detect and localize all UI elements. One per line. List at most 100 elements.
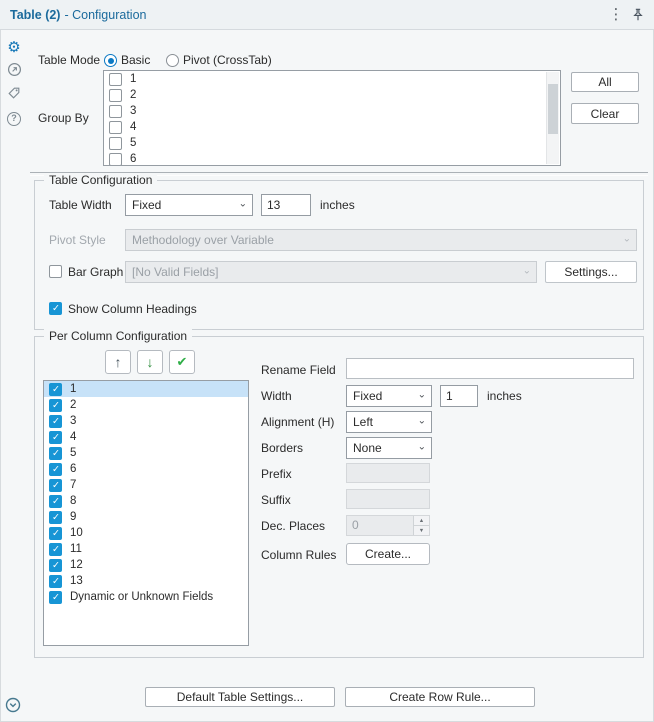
chevron-down-icon: ⌄ — [238, 198, 247, 210]
group-by-item-row[interactable]: 6 — [104, 151, 560, 165]
rename-field-input[interactable] — [346, 358, 634, 379]
pin-icon[interactable] — [631, 8, 645, 22]
field-item-checkbox[interactable] — [49, 494, 62, 508]
default-table-settings-button[interactable]: Default Table Settings... — [145, 687, 335, 707]
group-by-item-label: 5 — [130, 137, 137, 149]
move-up-button[interactable]: ↑ — [105, 350, 131, 374]
bar-graph-field-value: [No Valid Fields] — [132, 265, 219, 279]
column-width-mode-select[interactable]: Fixed ⌄ — [346, 385, 432, 407]
collapse-panel-icon[interactable] — [0, 697, 27, 716]
create-row-rule-button[interactable]: Create Row Rule... — [345, 687, 535, 707]
select-all-button[interactable]: ✔ — [169, 350, 195, 374]
field-item-checkbox[interactable] — [49, 398, 62, 412]
group-by-item-checkbox[interactable] — [109, 72, 122, 86]
group-by-label: Group By — [38, 111, 89, 125]
suffix-input — [346, 489, 430, 509]
show-column-headings-checkbox[interactable] — [49, 302, 62, 315]
group-by-item-checkbox[interactable] — [109, 104, 122, 118]
group-by-item-checkbox[interactable] — [109, 88, 122, 102]
group-by-item-checkbox[interactable] — [109, 152, 122, 165]
field-item-checkbox[interactable] — [49, 510, 62, 524]
group-by-list[interactable]: 1 2 3 4 5 6 — [103, 70, 561, 166]
field-item-label: 5 — [70, 447, 77, 459]
field-list[interactable]: 12345678910111213Dynamic or Unknown Fiel… — [43, 380, 249, 646]
field-item-row[interactable]: 12 — [44, 557, 248, 573]
field-item-checkbox[interactable] — [49, 430, 62, 444]
column-rules-create-button[interactable]: Create... — [346, 543, 430, 565]
radio-basic[interactable] — [104, 54, 117, 67]
navigate-icon[interactable] — [0, 62, 28, 80]
all-button[interactable]: All — [571, 72, 639, 92]
field-item-row[interactable]: 9 — [44, 509, 248, 525]
pivot-style-label: Pivot Style — [49, 233, 106, 247]
alignment-select[interactable]: Left ⌄ — [346, 411, 432, 433]
dec-places-spinner: 0 ▲ ▼ — [346, 515, 430, 536]
field-item-checkbox[interactable] — [49, 478, 62, 492]
per-column-configuration-title: Per Column Configuration — [44, 329, 193, 343]
field-item-label: 11 — [70, 543, 82, 555]
check-icon: ✔ — [176, 354, 188, 369]
column-width-unit-label: inches — [487, 389, 522, 403]
field-item-checkbox[interactable] — [49, 542, 62, 556]
group-by-item-checkbox[interactable] — [109, 120, 122, 134]
move-down-button[interactable]: ↓ — [137, 350, 163, 374]
field-item-row[interactable]: 7 — [44, 477, 248, 493]
alignment-value: Left — [353, 415, 374, 429]
field-item-row[interactable]: 5 — [44, 445, 248, 461]
radio-pivot-crosstab[interactable] — [166, 54, 179, 67]
table-width-mode-select[interactable]: Fixed ⌄ — [125, 194, 253, 216]
group-by-item-row[interactable]: 1 — [104, 71, 560, 87]
group-by-scrollbar[interactable] — [546, 72, 559, 164]
field-item-row[interactable]: 13 — [44, 573, 248, 589]
pivot-style-select: Methodology over Variable ⌄ — [125, 229, 637, 251]
field-item-row[interactable]: 10 — [44, 525, 248, 541]
field-item-row[interactable]: 1 — [44, 381, 248, 397]
field-item-checkbox[interactable] — [49, 382, 62, 396]
borders-value: None — [353, 441, 382, 455]
field-item-checkbox[interactable] — [49, 590, 62, 604]
field-item-checkbox[interactable] — [49, 462, 62, 476]
group-by-item-label: 6 — [130, 153, 137, 165]
help-icon[interactable]: ? — [0, 110, 28, 126]
tag-icon[interactable] — [0, 86, 28, 103]
field-item-checkbox[interactable] — [49, 414, 62, 428]
kebab-menu-icon[interactable]: ⋮ — [606, 4, 626, 26]
field-item-row[interactable]: 2 — [44, 397, 248, 413]
group-by-item-row[interactable]: 4 — [104, 119, 560, 135]
field-item-checkbox[interactable] — [49, 558, 62, 572]
field-item-label: 13 — [70, 575, 83, 587]
field-item-row[interactable]: 8 — [44, 493, 248, 509]
spin-down-icon[interactable]: ▼ — [414, 526, 429, 535]
field-item-label: 8 — [70, 495, 77, 507]
gear-icon[interactable]: ⚙ — [0, 38, 28, 56]
borders-select[interactable]: None ⌄ — [346, 437, 432, 459]
table-width-label: Table Width — [49, 198, 112, 212]
bar-graph-checkbox[interactable] — [49, 265, 62, 278]
per-column-configuration-group: Per Column Configuration ↑ ↓ ✔ 123456789… — [34, 329, 644, 658]
chevron-down-icon: ⌄ — [417, 441, 426, 453]
scrollbar-thumb[interactable] — [548, 84, 558, 134]
prefix-input — [346, 463, 430, 483]
table-width-input[interactable] — [261, 194, 311, 216]
spin-up-icon[interactable]: ▲ — [414, 516, 429, 526]
group-by-item-row[interactable]: 3 — [104, 103, 560, 119]
clear-button[interactable]: Clear — [571, 103, 639, 124]
field-item-checkbox[interactable] — [49, 574, 62, 588]
suffix-label: Suffix — [261, 493, 291, 507]
field-item-row[interactable]: 4 — [44, 429, 248, 445]
field-item-row[interactable]: Dynamic or Unknown Fields — [44, 589, 248, 605]
column-width-input[interactable] — [440, 385, 478, 407]
arrow-down-icon: ↓ — [146, 354, 154, 370]
group-by-item-row[interactable]: 2 — [104, 87, 560, 103]
group-by-item-checkbox[interactable] — [109, 136, 122, 150]
borders-label: Borders — [261, 441, 304, 455]
settings-button[interactable]: Settings... — [545, 261, 637, 283]
field-item-row[interactable]: 3 — [44, 413, 248, 429]
arrow-up-icon: ↑ — [114, 354, 122, 370]
field-item-checkbox[interactable] — [49, 526, 62, 540]
pivot-style-value: Methodology over Variable — [132, 233, 274, 247]
field-item-row[interactable]: 6 — [44, 461, 248, 477]
field-item-row[interactable]: 11 — [44, 541, 248, 557]
field-item-checkbox[interactable] — [49, 446, 62, 460]
group-by-item-row[interactable]: 5 — [104, 135, 560, 151]
